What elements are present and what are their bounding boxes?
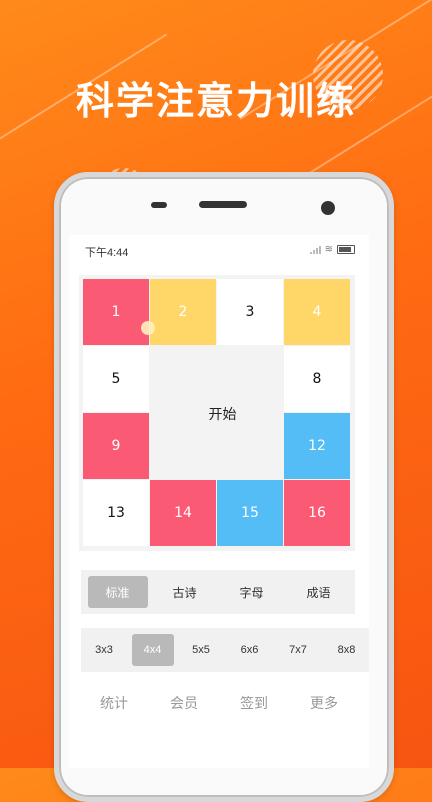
- grid-cell[interactable]: 2: [150, 279, 216, 345]
- grid-cell[interactable]: 9: [83, 413, 149, 479]
- nav-item[interactable]: 更多: [310, 693, 338, 713]
- grid-cell[interactable]: 13: [83, 480, 149, 546]
- grid-size-option[interactable]: 5x5: [180, 634, 222, 666]
- start-button[interactable]: 开始: [156, 347, 289, 480]
- grid-cell[interactable]: 4: [284, 279, 350, 345]
- grid-size-option[interactable]: 3x3: [83, 634, 125, 666]
- grid-cell[interactable]: 3: [217, 279, 283, 345]
- nav-item[interactable]: 统计: [100, 693, 128, 713]
- grid-size-option[interactable]: 8x8: [326, 634, 368, 666]
- status-icons: ≋: [309, 244, 355, 255]
- grid-size-option[interactable]: 4x4: [131, 634, 174, 666]
- phone-earpiece: [199, 201, 247, 208]
- grid-cell[interactable]: 15: [217, 480, 283, 546]
- nav-item[interactable]: 会员: [170, 693, 198, 713]
- app-screen: 下午4:44 ≋ 开始 1 2 3 4 5 8 9 12 13 14 15 16 标准 古诗 字母 成语 3…: [69, 235, 369, 768]
- mode-tab[interactable]: 成语: [289, 576, 349, 608]
- phone-sensor: [151, 202, 167, 208]
- grid-cell[interactable]: 1: [83, 279, 149, 345]
- nav-item[interactable]: 签到: [240, 693, 268, 713]
- mode-tab[interactable]: 古诗: [155, 576, 215, 608]
- mode-tab[interactable]: 字母: [222, 576, 282, 608]
- battery-icon: [337, 245, 355, 254]
- grid-size-option[interactable]: 6x6: [229, 634, 271, 666]
- grid-cell[interactable]: 14: [150, 480, 216, 546]
- mode-tabs: 标准 古诗 字母 成语: [81, 570, 355, 614]
- grid-size-selector: 3x3 4x4 5x5 6x6 7x7 8x8: [81, 628, 369, 672]
- wifi-icon: ≋: [324, 244, 333, 255]
- status-time: 下午4:44: [85, 247, 129, 259]
- game-board: 开始 1 2 3 4 5 8 9 12 13 14 15 16: [79, 275, 355, 551]
- mode-tab[interactable]: 标准: [87, 576, 148, 608]
- grid-cell[interactable]: 16: [284, 480, 350, 546]
- grid-size-option[interactable]: 7x7: [277, 634, 319, 666]
- bottom-nav: 统计 会员 签到 更多: [79, 693, 359, 713]
- grid-cell[interactable]: 12: [284, 413, 350, 479]
- grid-cell[interactable]: 8: [284, 346, 350, 412]
- highlight-dot: [141, 321, 155, 335]
- signal-icon: [309, 245, 321, 254]
- grid-cell[interactable]: 5: [83, 346, 149, 412]
- hero-title: 科学注意力训练: [75, 79, 356, 123]
- phone-camera: [321, 201, 335, 215]
